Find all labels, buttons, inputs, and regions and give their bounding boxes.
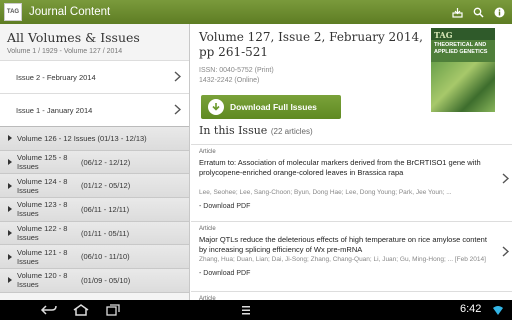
expand-triangle-icon (8, 253, 12, 260)
info-icon[interactable] (494, 7, 505, 18)
issue-label: Issue 1 - January 2014 (16, 105, 93, 115)
expand-triangle-icon (8, 277, 12, 284)
volume-label: Volume 123 - 8 Issues (17, 200, 68, 219)
article-title[interactable]: Major QTLs reduce the deleterious effect… (199, 235, 495, 255)
volume-row[interactable]: Volume 123 - 8 Issues (06/11 - 12/11) (0, 198, 189, 222)
chevron-right-icon (174, 104, 181, 115)
system-nav-bar: 6:42 (0, 300, 512, 320)
article-type: Article (199, 226, 216, 232)
download-arrow-icon (208, 99, 224, 115)
download-full-issue-label: Download Full Issues (230, 102, 317, 112)
search-icon[interactable] (473, 7, 484, 18)
expand-triangle-icon (8, 159, 12, 166)
article-item[interactable]: Article Major QTLs reduce the deleteriou… (191, 221, 512, 291)
expand-triangle-icon (8, 182, 12, 189)
article-count: (22 articles) (270, 127, 313, 136)
expand-triangle-icon (8, 135, 12, 142)
home-icon[interactable] (72, 304, 90, 316)
volume-date-range: (01/11 - 05/11) (81, 228, 130, 238)
volumes-range: Volume 1 / 1929 - Volume 127 / 2014 (7, 48, 123, 55)
volume-label: Volume 122 - 8 Issues (17, 224, 68, 243)
journal-cover-image: TAG THEORETICAL AND APPLIED GENETICS (431, 28, 495, 112)
app-logo[interactable]: TAG (4, 3, 22, 21)
volume-row[interactable]: Volume 126 - 12 Issues (01/13 - 12/13) (0, 127, 189, 151)
article-item[interactable]: Article (191, 291, 512, 300)
volume-date-range: (06/10 - 11/10) (81, 252, 130, 262)
volume-date-range: (06/12 - 12/12) (81, 157, 131, 167)
back-icon[interactable] (40, 304, 58, 316)
issue-detail-panel: Volume 127, Issue 2, February 2014, pp 2… (191, 24, 512, 300)
status-clock: 6:42 (460, 303, 482, 315)
app-bar: TAG Journal Content (0, 0, 512, 24)
issue-label: Issue 2 - February 2014 (16, 72, 96, 82)
volumes-heading: All Volumes & Issues (7, 30, 140, 45)
issue-row[interactable]: Issue 2 - February 2014 (0, 60, 189, 93)
article-item[interactable]: Article Erratum to: Association of molec… (191, 144, 512, 220)
volume-row[interactable]: Volume 121 - 8 Issues (06/10 - 11/10) (0, 245, 189, 270)
cover-journal-name: THEORETICAL AND APPLIED GENETICS (434, 42, 488, 55)
app-title: Journal Content (29, 6, 111, 18)
download-pdf-link[interactable]: - Download PDF (199, 270, 250, 277)
expand-triangle-icon (8, 206, 12, 213)
issn-online: 1432-2242 (Online) (199, 77, 260, 84)
issue-heading: Volume 127, Issue 2, February 2014, pp 2… (199, 30, 423, 59)
chevron-right-icon[interactable] (502, 246, 509, 257)
volume-date-range: (01/12 - 05/12) (81, 181, 131, 191)
volume-label: Volume 126 - 12 Issues (01/13 - 12/13) (17, 133, 147, 143)
volume-label: Volume 120 - 8 Issues (17, 271, 68, 290)
article-type: Article (199, 149, 216, 155)
volume-row[interactable]: Volume 125 - 8 Issues (06/12 - 12/12) (0, 150, 189, 175)
chevron-right-icon (174, 71, 181, 82)
recent-apps-icon[interactable] (104, 304, 122, 316)
cover-tag: TAG (434, 30, 453, 40)
menu-icon[interactable] (240, 304, 252, 316)
expand-triangle-icon (8, 230, 12, 237)
volume-date-range: (01/09 - 05/10) (81, 275, 131, 285)
volume-label: Volume 121 - 8 Issues (17, 247, 68, 266)
article-authors: Zhang, Hua; Duan, Lian; Dai, Ji-Song; Zh… (199, 256, 486, 263)
article-authors: Lee, Seohee; Lee, Sang-Choon; Byun, Dong… (199, 189, 452, 196)
wifi-icon (493, 306, 503, 315)
volumes-panel: All Volumes & Issues Volume 1 / 1929 - V… (0, 24, 190, 300)
download-pdf-link[interactable]: - Download PDF (199, 203, 250, 210)
issn-print: ISSN: 0040-5752 (Print) (199, 67, 274, 74)
in-this-issue-label: In this Issue (199, 124, 268, 137)
article-title[interactable]: Erratum to: Association of molecular mar… (199, 158, 495, 178)
volume-date-range: (06/11 - 12/11) (81, 204, 130, 214)
in-this-issue-heading: In this Issue (22 articles) (199, 124, 313, 137)
download-icon[interactable] (452, 7, 463, 18)
chevron-right-icon[interactable] (502, 173, 509, 184)
issue-row[interactable]: Issue 1 - January 2014 (0, 93, 189, 126)
download-full-issue-button[interactable]: Download Full Issues (201, 95, 341, 119)
volume-label: Volume 124 - 8 Issues (17, 176, 68, 195)
issn-info: ISSN: 0040-5752 (Print) 1432-2242 (Onlin… (199, 66, 274, 86)
volume-row[interactable]: Volume 124 - 8 Issues (01/12 - 05/12) (0, 174, 189, 199)
volume-row[interactable]: Volume 122 - 8 Issues (01/11 - 05/11) (0, 221, 189, 246)
volume-label: Volume 125 - 8 Issues (17, 153, 68, 172)
volume-row[interactable]: Volume 120 - 8 Issues (01/09 - 05/10) (0, 269, 189, 293)
